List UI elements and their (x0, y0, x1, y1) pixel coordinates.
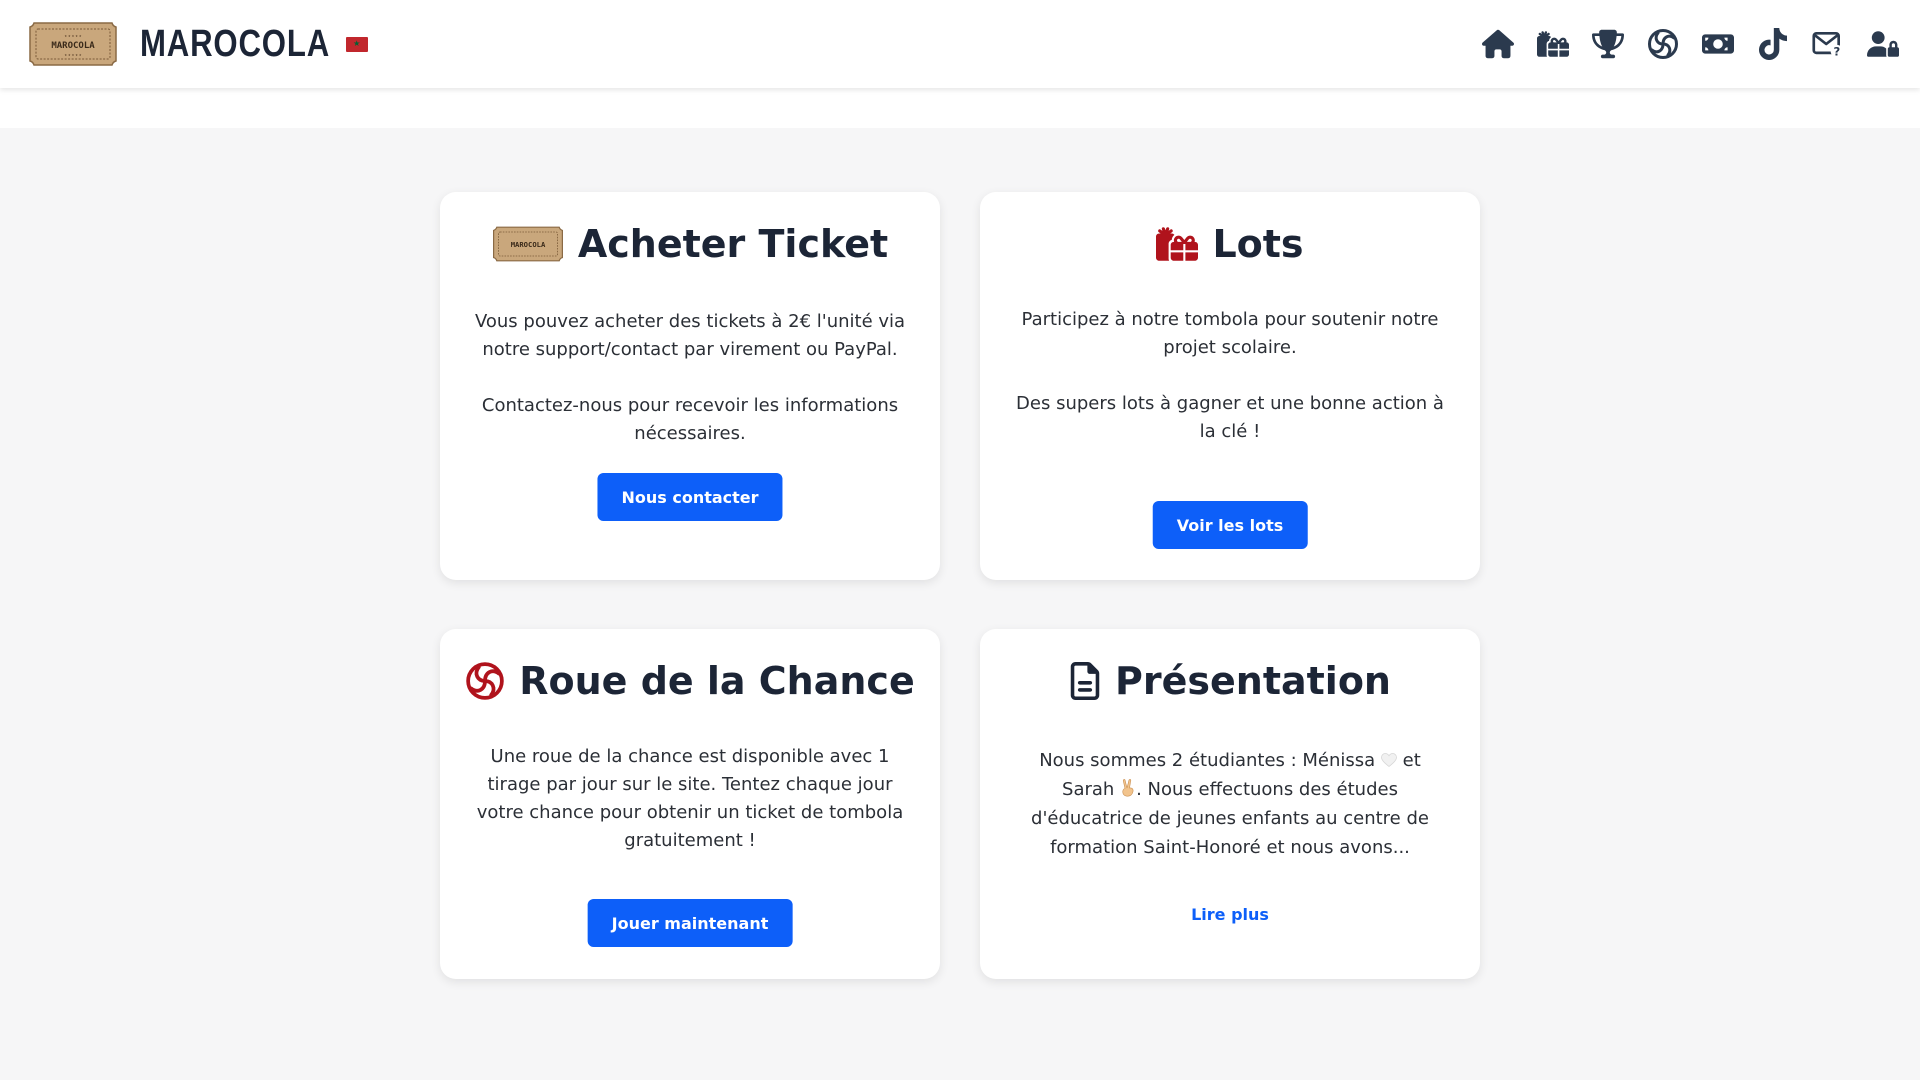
card-presentation-title-text: Présentation (1115, 659, 1391, 703)
site-header: MAROCOLA ★ ★ ★ ★ ★ ★ ★ ★ ★ ★ MAROCOLA ★ (0, 0, 1920, 88)
card-wheel-text: Une roue de la chance est disponible ave… (476, 746, 904, 851)
brand[interactable]: MAROCOLA ★ ★ ★ ★ ★ ★ ★ ★ ★ ★ MAROCOLA ★ (28, 19, 368, 69)
user-lock-icon (1866, 30, 1899, 57)
nav-tiktok[interactable] (1755, 26, 1790, 61)
svg-text:★ ★ ★ ★ ★: ★ ★ ★ ★ ★ (64, 34, 82, 38)
ticket-logo: MAROCOLA ★ ★ ★ ★ ★ ★ ★ ★ ★ ★ (29, 22, 117, 66)
contact-button[interactable]: Nous contacter (597, 473, 783, 521)
see-lots-button[interactable]: Voir les lots (1152, 501, 1308, 549)
svg-text:?: ? (1833, 44, 1840, 58)
victory-hand-icon (1122, 779, 1134, 797)
wheel-icon (1647, 28, 1678, 59)
nav-winners[interactable] (1590, 26, 1625, 61)
card-lots-text-1: Participez à notre tombola pour soutenir… (1021, 309, 1439, 358)
header-band (0, 88, 1920, 128)
mail-question-icon: ? (1811, 31, 1843, 58)
nav-contact[interactable]: ? (1810, 26, 1845, 61)
card-ticket-title: MAROCOLA Acheter Ticket (440, 222, 940, 266)
svg-text:MAROCOLA: MAROCOLA (51, 41, 95, 51)
nav-payment[interactable] (1700, 26, 1735, 61)
nav-lots[interactable] (1535, 26, 1570, 61)
tiktok-icon (1758, 27, 1787, 60)
svg-text:★ ★ ★ ★ ★: ★ ★ ★ ★ ★ (64, 53, 82, 57)
money-icon (1701, 33, 1734, 54)
read-more-link[interactable]: Lire plus (1191, 905, 1269, 924)
card-presentation: Présentation Nous sommes 2 étudiantes : … (980, 629, 1480, 979)
card-presentation-text: Nous sommes 2 étudiantes : Ménissa et Sa… (1024, 746, 1436, 862)
nav-home[interactable] (1480, 26, 1515, 61)
card-wheel-title: Roue de la Chance (440, 659, 940, 703)
white-heart-icon (1381, 753, 1397, 767)
card-lots-text-2: Des supers lots à gagner et une bonne ac… (1016, 393, 1444, 442)
main-nav: ? (1480, 26, 1900, 61)
ticket-icon: MAROCOLA (492, 226, 563, 262)
presentation-text-a: Nous sommes 2 étudiantes : Ménissa (1039, 750, 1376, 771)
wheel-icon (466, 662, 505, 700)
nav-wheel[interactable] (1645, 26, 1680, 61)
card-ticket-title-text: Acheter Ticket (577, 222, 889, 266)
card-ticket-text-1: Vous pouvez acheter des tickets à 2€ l'u… (474, 311, 906, 360)
home-icon (1481, 29, 1514, 58)
card-lots-title: Lots (980, 222, 1480, 266)
trophy-icon (1591, 29, 1624, 58)
card-wheel-title-text: Roue de la Chance (519, 659, 915, 703)
svg-text:MAROCOLA: MAROCOLA (511, 240, 546, 249)
brand-name: MAROCOLA (140, 22, 331, 65)
card-presentation-title: Présentation (980, 659, 1480, 703)
morocco-flag-icon: ★ (345, 36, 368, 52)
card-lots-title-text: Lots (1212, 222, 1304, 266)
card-lots: Lots Participez à notre tombola pour sou… (980, 192, 1480, 580)
card-wheel: Roue de la Chance Une roue de la chance … (440, 629, 940, 979)
card-ticket-text-2: Contactez-nous pour recevoir les informa… (481, 395, 899, 444)
document-icon (1070, 662, 1100, 700)
gifts-icon (1536, 30, 1569, 57)
play-now-button[interactable]: Jouer maintenant (587, 899, 793, 947)
card-ticket: MAROCOLA Acheter Ticket Vous pouvez ache… (440, 192, 940, 580)
gifts-icon (1156, 227, 1199, 261)
nav-account[interactable] (1865, 26, 1900, 61)
